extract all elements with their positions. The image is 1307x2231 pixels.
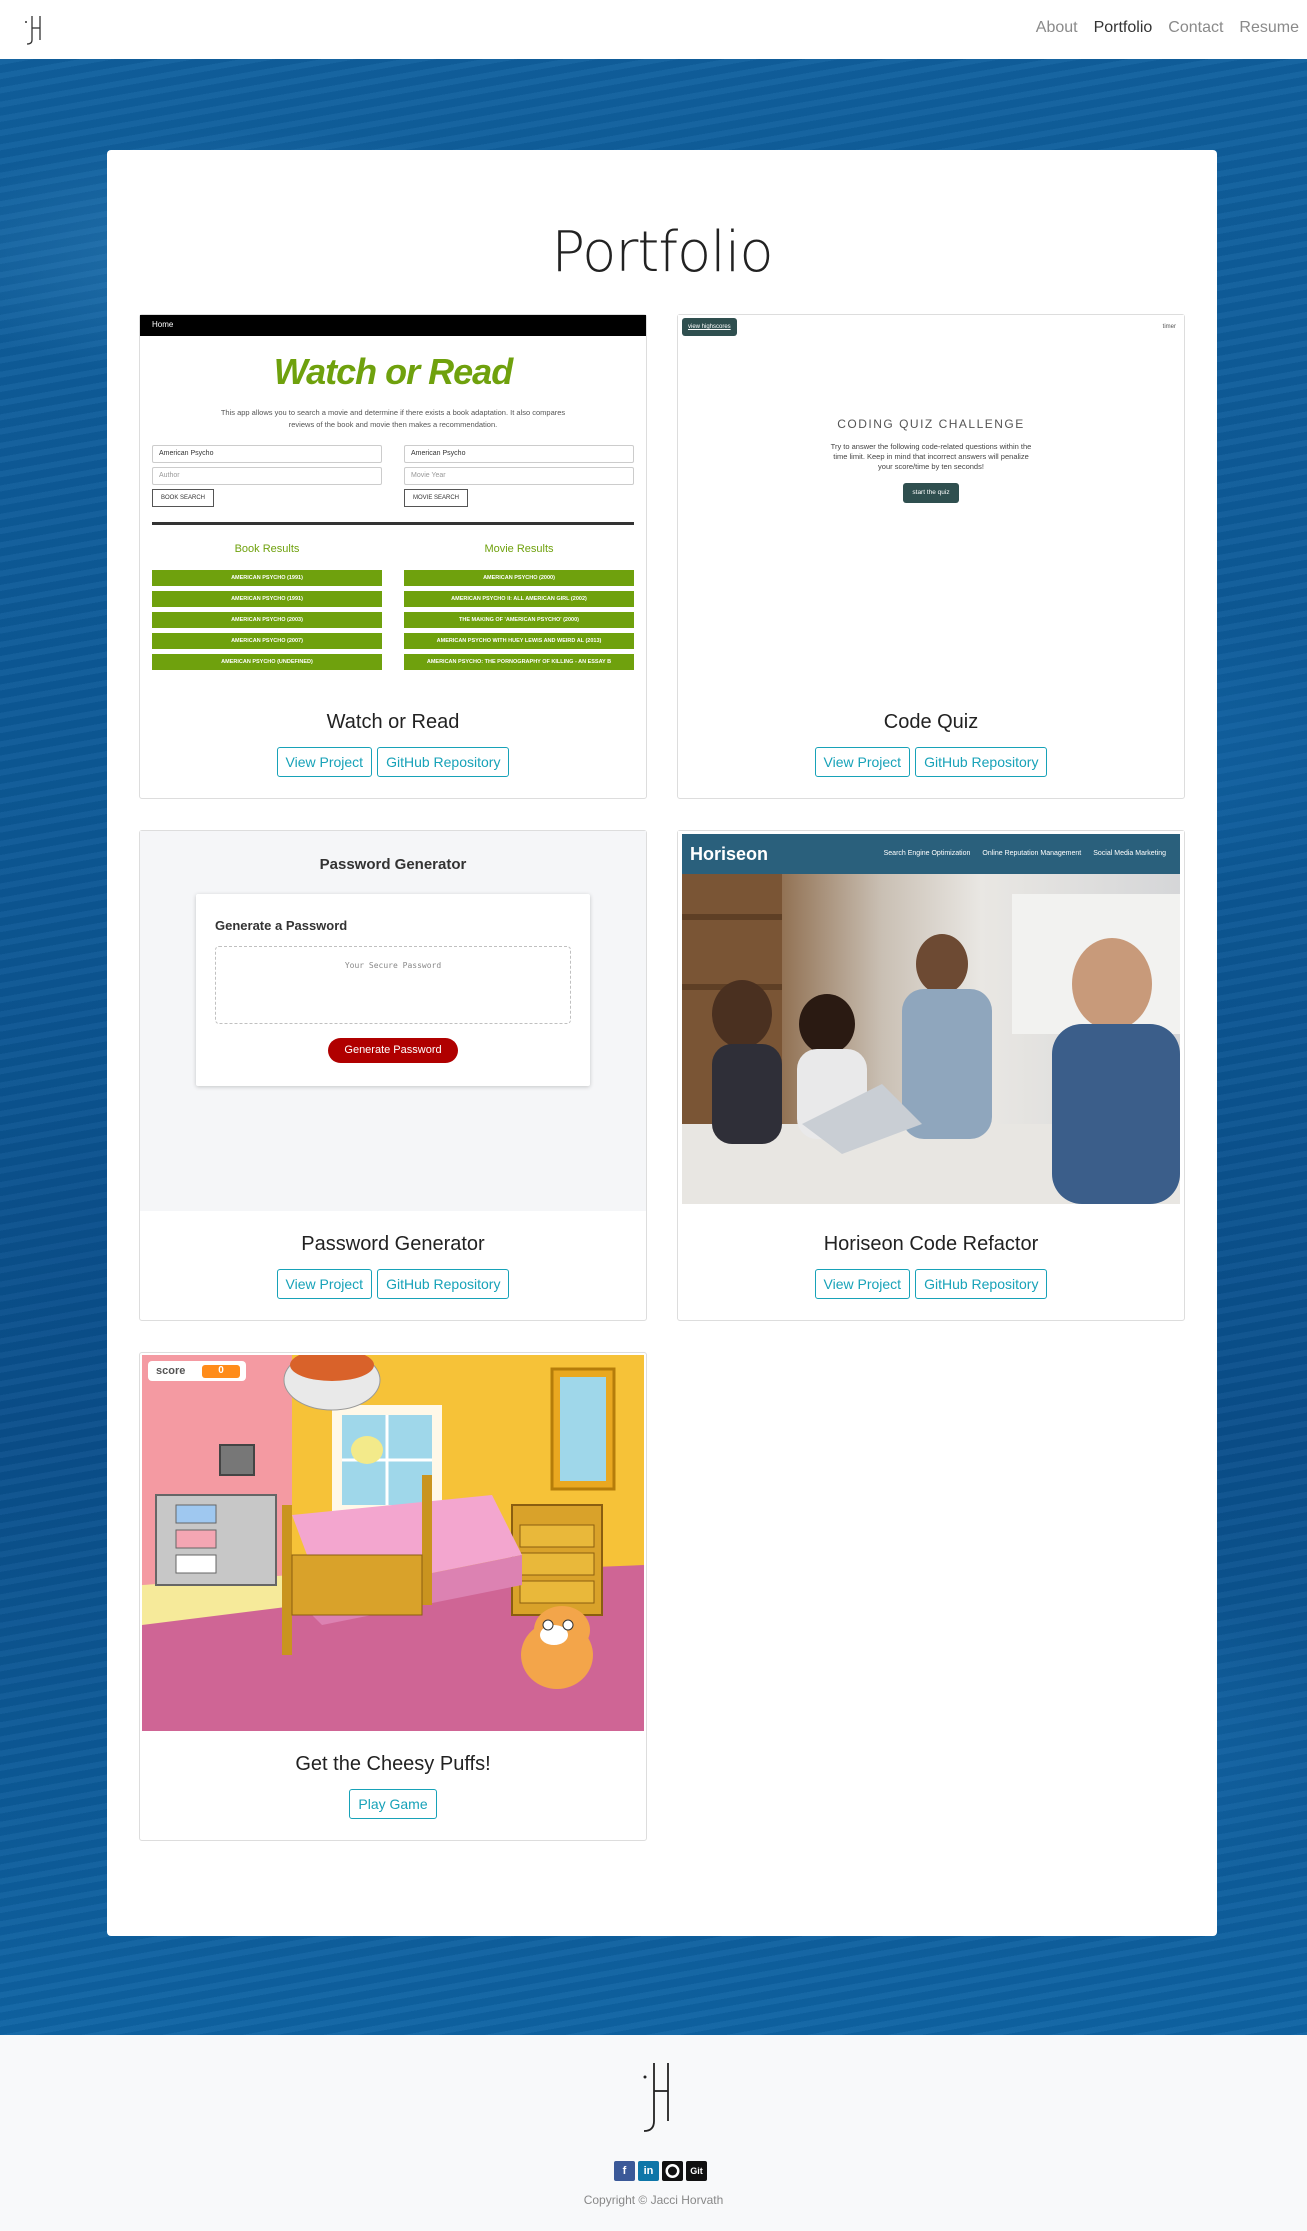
preview-movie-input: American Psycho	[404, 445, 634, 463]
nav-link-portfolio[interactable]: Portfolio	[1094, 19, 1153, 37]
project-preview[interactable]: score 0	[140, 1353, 646, 1735]
project-buttons: View Project GitHub Repository	[678, 747, 1184, 777]
navbar: About Portfolio Contact Resume	[0, 0, 1307, 59]
facebook-icon[interactable]: f	[614, 2161, 635, 2181]
preview-heading: Watch or Read	[273, 351, 513, 392]
preview-start-button: start the quiz	[903, 483, 959, 503]
git-icon[interactable]: Git	[686, 2161, 707, 2181]
preview-nav: Home	[140, 315, 646, 336]
game-score-label: score	[156, 1365, 186, 1377]
game-score-display: score 0	[148, 1361, 246, 1381]
project-buttons: View Project GitHub Repository	[678, 1269, 1184, 1299]
preview-meeting-photo	[682, 874, 1180, 1204]
preview-book-results-heading: Book Results	[234, 543, 300, 555]
preview-movie-result: THE MAKING OF 'AMERICAN PSYCHO' (2000)	[404, 612, 634, 628]
linkedin-icon[interactable]: in	[638, 2161, 659, 2181]
github-repository-button[interactable]: GitHub Repository	[377, 1269, 510, 1299]
preview-nav-item: Online Reputation Management	[982, 850, 1082, 857]
preview-logo: Horiseon	[690, 844, 769, 864]
project-title: Password Generator	[301, 1233, 485, 1255]
preview-book-result: AMERICAN PSYCHO (1991)	[152, 591, 382, 607]
view-project-button[interactable]: View Project	[276, 747, 373, 777]
footer-logo	[643, 2063, 669, 2132]
preview-movie-results-heading: Movie Results	[484, 543, 554, 555]
preview-nav: Search Engine Optimization Online Reputa…	[884, 850, 1166, 857]
play-game-button[interactable]: Play Game	[349, 1789, 437, 1819]
game-bedroom-scene	[142, 1355, 644, 1731]
preview-year-input: Movie Year	[404, 467, 634, 485]
social-links: f in Git	[614, 2161, 707, 2181]
github-repository-button[interactable]: GitHub Repository	[377, 747, 510, 777]
preview-book-result: AMERICAN PSYCHO (2003)	[152, 612, 382, 628]
project-card-password-generator: Password Generator Generate a Password Y…	[139, 830, 647, 1321]
project-title: Code Quiz	[883, 711, 979, 733]
project-card-code-quiz: view highscores timer CODING QUIZ CHALLE…	[677, 314, 1185, 799]
preview-nav-item: Search Engine Optimization	[883, 850, 971, 857]
preview-description: This app allows you to search a movie an…	[220, 408, 566, 429]
preview-description: Try to answer the following code-related…	[830, 442, 1032, 471]
project-preview[interactable]: Password Generator Generate a Password Y…	[140, 831, 646, 1215]
preview-movie-result: AMERICAN PSYCHO (2000)	[404, 570, 634, 586]
preview-header: Horiseon Search Engine Optimization Onli…	[682, 834, 1180, 874]
github-repository-button[interactable]: GitHub Repository	[915, 1269, 1048, 1299]
preview-divider	[152, 522, 634, 525]
copyright: Copyright © Jacci Horvath	[583, 2193, 724, 2207]
project-buttons: Play Game	[140, 1789, 646, 1819]
project-card-watch-or-read: Home Watch or Read This app allows you t…	[139, 314, 647, 799]
nav-link-about[interactable]: About	[1036, 19, 1078, 37]
preview-author-input: Author	[152, 467, 382, 485]
project-buttons: View Project GitHub Repository	[140, 747, 646, 777]
github-icon[interactable]	[662, 2161, 683, 2181]
view-project-button[interactable]: View Project	[276, 1269, 373, 1299]
preview-book-result: AMERICAN PSYCHO (UNDEFINED)	[152, 654, 382, 670]
game-score-value: 0	[202, 1365, 240, 1378]
nav-link-contact[interactable]: Contact	[1168, 19, 1223, 37]
preview-movie-result: AMERICAN PSYCHO: THE PORNOGRAPHY OF KILL…	[404, 654, 634, 670]
project-preview[interactable]: Horiseon Search Engine Optimization Onli…	[678, 831, 1184, 1215]
preview-book-result: AMERICAN PSYCHO (2007)	[152, 633, 382, 649]
portfolio-panel: Portfolio Home Watch or Read This app al…	[107, 150, 1217, 1936]
preview-timer: timer	[1162, 324, 1176, 330]
preview-password-box: Your Secure Password	[215, 946, 571, 1024]
nav-links: About Portfolio Contact Resume	[1036, 19, 1299, 37]
project-title: Horiseon Code Refactor	[823, 1233, 1039, 1255]
view-project-button[interactable]: View Project	[814, 747, 911, 777]
preview-page-title: Password Generator	[319, 856, 467, 873]
preview-book-result: AMERICAN PSYCHO (1991)	[152, 570, 382, 586]
nav-link-resume[interactable]: Resume	[1239, 19, 1299, 37]
preview-highscores: view highscores	[682, 318, 737, 336]
preview-heading: CODING QUIZ CHALLENGE	[837, 417, 1025, 431]
preview-movie-result: AMERICAN PSYCHO II: ALL AMERICAN GIRL (2…	[404, 591, 634, 607]
brand-logo[interactable]	[20, 14, 46, 46]
preview-generate-button: Generate Password	[328, 1038, 458, 1063]
preview-movie-result: AMERICAN PSYCHO WITH HUEY LEWIS AND WEIR…	[404, 633, 634, 649]
project-title: Get the Cheesy Puffs!	[295, 1753, 491, 1775]
preview-nav-item: Social Media Marketing	[1093, 850, 1166, 857]
project-card-cheesy-puffs: score 0 Get the Cheesy Puffs! Play Game	[139, 1352, 647, 1841]
project-preview[interactable]: Home Watch or Read This app allows you t…	[140, 315, 646, 695]
footer: f in Git Copyright © Jacci Horvath	[0, 2035, 1307, 2231]
preview-card: Generate a Password Your Secure Password…	[196, 894, 590, 1086]
view-project-button[interactable]: View Project	[814, 1269, 911, 1299]
project-title: Watch or Read	[326, 711, 460, 733]
project-card-horiseon: Horiseon Search Engine Optimization Onli…	[677, 830, 1185, 1321]
project-preview[interactable]: view highscores timer CODING QUIZ CHALLE…	[678, 315, 1184, 695]
preview-book-input: American Psycho	[152, 445, 382, 463]
github-repository-button[interactable]: GitHub Repository	[915, 747, 1048, 777]
preview-book-search: BOOK SEARCH	[152, 489, 215, 507]
project-buttons: View Project GitHub Repository	[140, 1269, 646, 1299]
preview-movie-search: MOVIE SEARCH	[404, 489, 469, 507]
page-title: Portfolio	[551, 220, 773, 285]
preview-card-heading: Generate a Password	[215, 918, 348, 933]
